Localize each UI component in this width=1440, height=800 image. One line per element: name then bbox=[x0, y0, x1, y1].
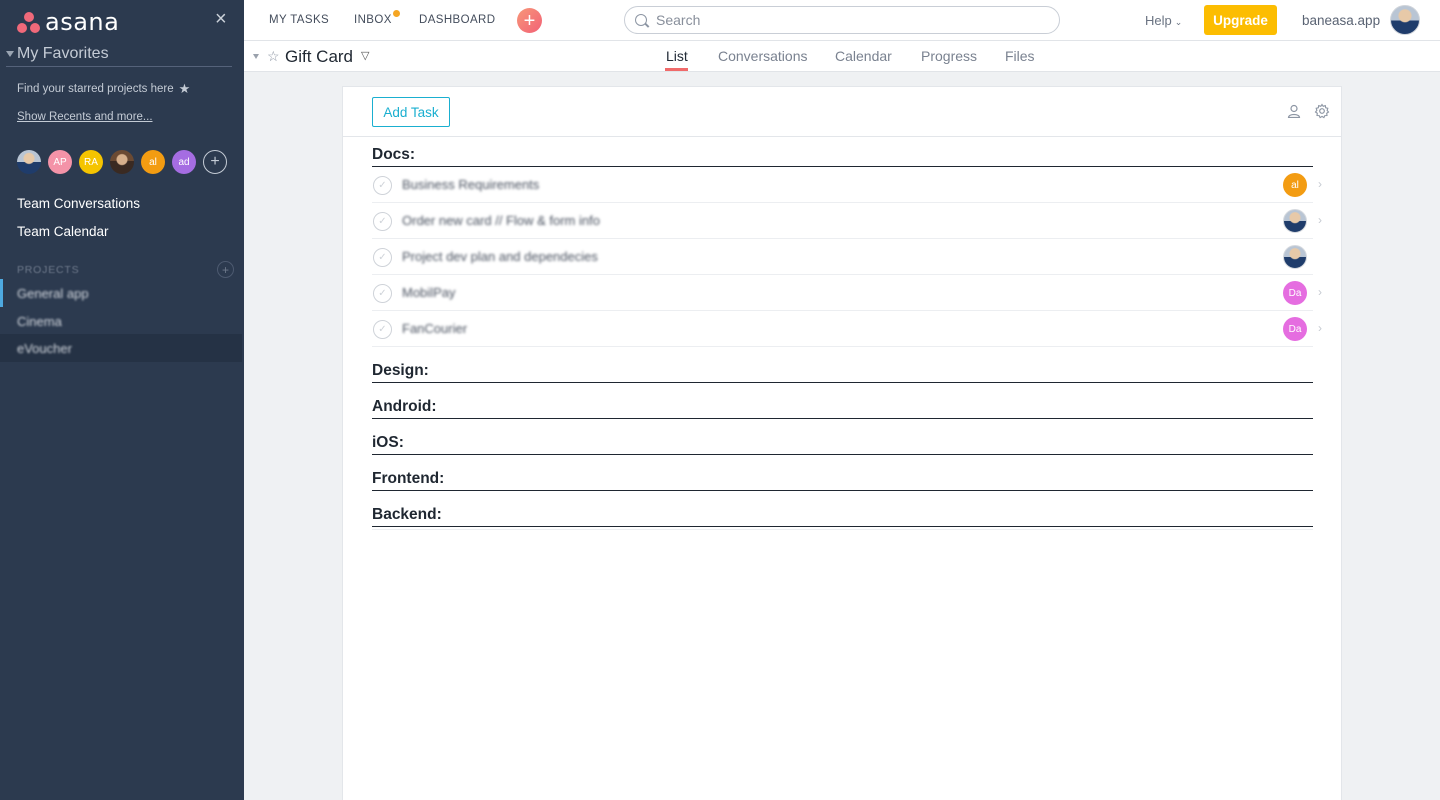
complete-checkmark-icon[interactable]: ✓ bbox=[373, 212, 392, 231]
task-name[interactable]: Project dev plan and dependecies bbox=[402, 249, 598, 264]
help-label: Help bbox=[1145, 13, 1172, 28]
section-header[interactable]: Design: bbox=[372, 353, 1313, 383]
chevron-right-icon[interactable]: › bbox=[1318, 321, 1322, 335]
section-header[interactable]: Frontend: bbox=[372, 461, 1313, 491]
top-bar: MY TASKS INBOX DASHBOARD + Help⌄ Upgrade… bbox=[244, 0, 1440, 41]
list-toolbar: Add Task bbox=[343, 87, 1341, 137]
complete-checkmark-icon[interactable]: ✓ bbox=[373, 248, 392, 267]
team-member-avatar[interactable]: AP bbox=[48, 150, 72, 174]
projects-label: PROJECTS bbox=[17, 263, 80, 276]
caret-down-icon[interactable] bbox=[253, 54, 259, 59]
favorites-hint: Find your starred projects here ★ bbox=[17, 81, 190, 97]
team-member-avatar[interactable]: al bbox=[141, 150, 165, 174]
section-header[interactable]: Backend: bbox=[372, 497, 1313, 527]
assignee-avatar[interactable]: Da bbox=[1283, 281, 1307, 305]
help-menu[interactable]: Help ⌄ bbox=[1145, 13, 1182, 28]
task-name[interactable]: FanCourier bbox=[402, 321, 467, 336]
chevron-down-icon: ⌄ bbox=[1174, 17, 1183, 27]
section-title: Docs: bbox=[372, 146, 416, 163]
search-icon bbox=[635, 14, 647, 26]
project-label: Cinema bbox=[17, 313, 62, 329]
tab-conversations[interactable]: Conversations bbox=[718, 48, 808, 64]
sidebar-item-team-conversations[interactable]: Team Conversations bbox=[17, 196, 140, 211]
task-row[interactable]: ✓ Business Requirements al › bbox=[372, 167, 1322, 203]
section-header[interactable]: iOS: bbox=[372, 425, 1313, 455]
section-title: Frontend: bbox=[372, 470, 445, 487]
section-title: Backend: bbox=[372, 506, 442, 523]
task-name[interactable]: MobilPay bbox=[402, 285, 455, 300]
team-member-avatar[interactable]: RA bbox=[79, 150, 103, 174]
team-member-avatar[interactable]: ad bbox=[172, 150, 196, 174]
tab-calendar[interactable]: Calendar bbox=[835, 48, 892, 64]
favorites-title: My Favorites bbox=[17, 45, 109, 62]
add-task-button[interactable]: Add Task bbox=[372, 97, 450, 127]
nav-my-tasks[interactable]: MY TASKS bbox=[269, 14, 329, 26]
assignee-avatar[interactable] bbox=[1283, 209, 1307, 233]
section-header[interactable]: Docs: bbox=[372, 137, 1313, 167]
user-avatar[interactable] bbox=[1390, 5, 1420, 35]
chevron-right-icon[interactable]: › bbox=[1318, 285, 1322, 299]
chevron-right-icon[interactable]: › bbox=[1318, 177, 1322, 191]
search-input[interactable] bbox=[656, 12, 1036, 28]
search-bar[interactable] bbox=[624, 6, 1060, 34]
sidebar: asana × My Favorites Find your starred p… bbox=[0, 0, 244, 800]
sidebar-item-team-calendar[interactable]: Team Calendar bbox=[17, 224, 109, 239]
section-header[interactable]: Android: bbox=[372, 389, 1313, 419]
complete-checkmark-icon[interactable]: ✓ bbox=[373, 176, 392, 195]
favorites-hint-text: Find your starred projects here bbox=[17, 83, 174, 95]
add-member-icon[interactable]: + bbox=[203, 150, 227, 174]
assignee-avatar[interactable] bbox=[1283, 245, 1307, 269]
star-icon[interactable]: ☆ bbox=[267, 48, 280, 65]
project-title[interactable]: Gift Card bbox=[285, 47, 353, 67]
section-title: Android: bbox=[372, 398, 437, 415]
quick-add-button[interactable]: + bbox=[517, 8, 542, 33]
task-list-panel: Add Task Docs: ✓ Business Requirements al › ✓… bbox=[342, 86, 1342, 800]
assignee-avatar[interactable]: al bbox=[1283, 173, 1307, 197]
tab-list[interactable]: List bbox=[666, 48, 688, 64]
team-member-avatar[interactable] bbox=[110, 150, 134, 174]
chevron-down-icon[interactable]: ▽ bbox=[361, 49, 369, 62]
nav-inbox[interactable]: INBOX bbox=[354, 14, 392, 26]
inbox-notification-dot bbox=[393, 10, 400, 17]
add-project-icon[interactable]: + bbox=[217, 261, 234, 278]
show-recents-link[interactable]: Show Recents and more... bbox=[17, 111, 153, 123]
logo-text: asana bbox=[45, 8, 120, 36]
upgrade-button[interactable]: Upgrade bbox=[1204, 5, 1277, 35]
task-name[interactable]: Order new card // Flow & form info bbox=[402, 213, 600, 228]
task-row[interactable]: ✓ Project dev plan and dependecies bbox=[372, 239, 1313, 275]
team-members: AP RA al ad + bbox=[17, 150, 227, 174]
tab-files[interactable]: Files bbox=[1005, 48, 1035, 64]
task-name[interactable]: Business Requirements bbox=[402, 177, 539, 192]
project-label: General app bbox=[17, 285, 89, 301]
star-icon: ★ bbox=[178, 81, 191, 96]
project-label: eVoucher bbox=[17, 340, 72, 356]
task-row[interactable]: ✓ MobilPay Da › bbox=[372, 275, 1322, 311]
projects-header: PROJECTS + bbox=[17, 261, 234, 278]
gear-icon[interactable] bbox=[1314, 103, 1330, 119]
section-title: iOS: bbox=[372, 434, 404, 451]
section-title: Design: bbox=[372, 362, 429, 379]
active-tab-indicator bbox=[665, 68, 688, 71]
project-header: ☆ Gift Card ▽ List Conversations Calenda… bbox=[244, 41, 1440, 72]
assignee-avatar[interactable]: Da bbox=[1283, 317, 1307, 341]
nav-dashboard[interactable]: DASHBOARD bbox=[419, 14, 495, 26]
list-end-divider bbox=[372, 529, 1313, 530]
workspace-name[interactable]: baneasa.app bbox=[1302, 13, 1380, 28]
complete-checkmark-icon[interactable]: ✓ bbox=[373, 284, 392, 303]
team-member-avatar[interactable] bbox=[17, 150, 41, 174]
asana-logo-icon bbox=[17, 11, 41, 33]
caret-down-icon bbox=[6, 51, 14, 57]
tab-progress[interactable]: Progress bbox=[921, 48, 977, 64]
complete-checkmark-icon[interactable]: ✓ bbox=[373, 320, 392, 339]
favorites-header[interactable]: My Favorites bbox=[6, 45, 232, 67]
asana-logo[interactable]: asana bbox=[17, 8, 119, 36]
sidebar-project-cinema[interactable]: Cinema bbox=[0, 307, 244, 335]
sidebar-project-general-app[interactable]: General app bbox=[0, 279, 244, 307]
chevron-right-icon[interactable]: › bbox=[1318, 213, 1322, 227]
task-row[interactable]: ✓ Order new card // Flow & form info › bbox=[372, 203, 1322, 239]
person-icon[interactable] bbox=[1287, 104, 1301, 118]
close-sidebar-icon[interactable]: × bbox=[215, 9, 227, 29]
sidebar-project-evoucher[interactable]: eVoucher bbox=[0, 334, 242, 362]
task-row[interactable]: ✓ FanCourier Da › bbox=[372, 311, 1322, 347]
